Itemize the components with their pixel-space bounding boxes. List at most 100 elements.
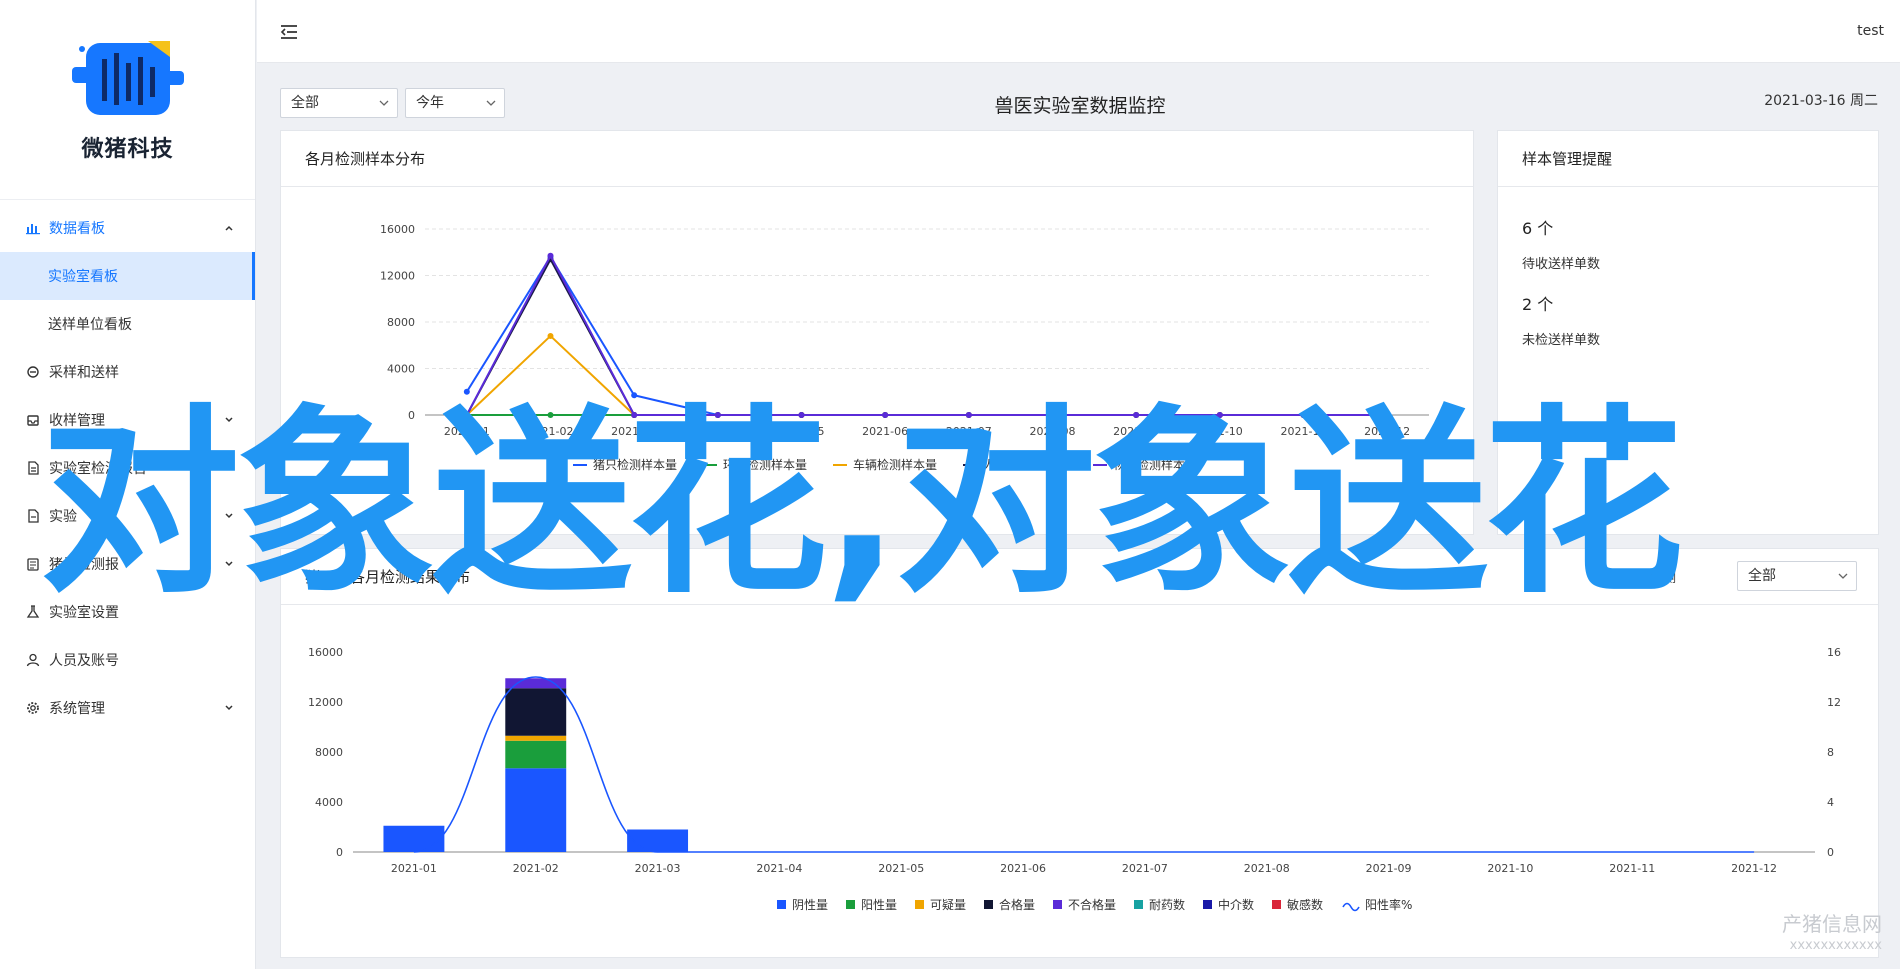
x-tick-label: 2021-09 [1113, 425, 1159, 438]
chevron-down-icon [225, 513, 233, 519]
y-tick-label: 12000 [380, 270, 415, 283]
x-tick-label: 2021-10 [1197, 425, 1243, 438]
sidebar-item-sampling[interactable]: 采样和送样 [0, 348, 255, 396]
legend-swatch [1134, 900, 1143, 909]
bar-segment [383, 825, 445, 852]
chevron-up-icon [225, 225, 233, 231]
x-tick-label: 2021-12 [1364, 425, 1410, 438]
x-tick-label: 2021-07 [946, 425, 992, 438]
logo: 微猪科技 [0, 0, 255, 200]
data-point [1384, 412, 1391, 418]
x-tick-label: 2021-04 [695, 425, 741, 438]
sidebar-item-receiving[interactable]: 收样管理 [0, 396, 255, 444]
chevron-down-icon [225, 417, 233, 423]
y-tick-label: 0 [408, 409, 415, 422]
y2-tick-label: 8 [1827, 746, 1834, 759]
watermark-line2: xxxxxxxxxxxx [1789, 938, 1882, 953]
lab-settings-icon [24, 603, 42, 621]
sidebar-item-label: 实验室检测报告 [49, 461, 147, 477]
y-tick-label: 16000 [308, 646, 343, 659]
sampling-icon [24, 363, 42, 381]
legend-label: 敏感数 [1287, 897, 1323, 912]
x-tick-label: 2021-02 [528, 425, 574, 438]
data-point [631, 392, 638, 399]
pending-label: 待收送样单数 [1522, 257, 1601, 272]
sidebar-item-users[interactable]: 人员及账号 [0, 636, 255, 684]
sidebar-item-experiment[interactable]: 实验 [0, 492, 255, 540]
legend-label: 人员检测样本量 [983, 457, 1067, 472]
sidebar-item-submitter-dashboard[interactable]: 送样单位看板 [0, 300, 255, 348]
data-point [631, 412, 638, 418]
bar-segment [505, 678, 567, 689]
inbox-icon [24, 411, 42, 429]
sidebar-item-system[interactable]: 系统管理 [0, 684, 255, 732]
data-point [1300, 412, 1307, 418]
data-point [882, 412, 889, 418]
x-tick-label: 2021-08 [1030, 425, 1076, 438]
y2-tick-label: 0 [1827, 846, 1834, 859]
x-tick-label: 2021-10 [1487, 862, 1533, 875]
legend-swatch [1053, 900, 1062, 909]
legend-label: 可疑量 [930, 897, 966, 912]
sidebar-item-label: 送样单位看板 [48, 317, 132, 333]
unchecked-count: 2 个 [1522, 295, 1554, 314]
legend-swatch [1272, 900, 1281, 909]
x-tick-label: 2021-04 [756, 862, 802, 875]
period-select[interactable]: 今年 [405, 88, 505, 118]
legend-swatch [846, 900, 855, 909]
x-tick-label: 2021-06 [1000, 862, 1046, 875]
chevron-down-icon [225, 465, 233, 471]
x-tick-label: 2021-09 [1366, 862, 1412, 875]
y2-tick-label: 12 [1827, 696, 1841, 709]
legend-label: 合格量 [999, 897, 1035, 912]
gear-icon [24, 699, 42, 717]
panel-title: 样本管理提醒 [1498, 131, 1878, 187]
result-distribution-panel: 猪只样各月检测结果分布 检测 全部 0 4000 8000 12000 16000 0 4 8… [280, 548, 1879, 958]
scope-select[interactable]: 全部 [280, 88, 398, 118]
legend-swatch [915, 900, 924, 909]
x-tick-label: 2021-11 [1609, 862, 1655, 875]
data-point [1049, 412, 1056, 418]
legend-label: 物资检测样本量 [1113, 457, 1197, 472]
rate-line [413, 676, 1755, 853]
sidebar-item-lab-settings[interactable]: 实验室设置 [0, 588, 255, 636]
chevron-down-icon [486, 100, 496, 106]
x-tick-label: 2021-01 [444, 425, 490, 438]
sidebar-item-label: 实验室设置 [49, 605, 119, 621]
x-tick-label: 2021-03 [635, 862, 681, 875]
watermark-line1: 产猪信息网 [1782, 912, 1882, 936]
sidebar-item-label: 数据看板 [49, 221, 105, 237]
unchecked-label: 未检送样单数 [1522, 333, 1601, 348]
bar-segment [505, 768, 567, 852]
logo-text: 微猪科技 [81, 136, 174, 162]
user-icon [24, 651, 42, 669]
series-line [465, 253, 1388, 416]
bar-segment [505, 735, 567, 741]
menu-fold-icon[interactable] [279, 22, 299, 42]
y-tick-label: 4000 [315, 796, 343, 809]
bar-segment [627, 829, 689, 852]
data-point [1216, 412, 1223, 418]
x-tick-label: 2021-01 [391, 862, 437, 875]
data-point [798, 412, 805, 418]
x-tick-label: 2021-12 [1731, 862, 1777, 875]
legend-label: 车辆检测样本量 [853, 457, 937, 472]
logo-icon [71, 40, 184, 115]
sidebar-item-lab-dashboard[interactable]: 实验室看板 [0, 252, 255, 300]
legend-swatch [1203, 900, 1212, 909]
data-point [463, 388, 470, 395]
x-tick-label: 2021-05 [878, 862, 924, 875]
x-tick-label: 2021-07 [1122, 862, 1168, 875]
y-tick-label: 12000 [308, 696, 343, 709]
period-select-value: 今年 [416, 95, 444, 111]
sidebar-item-dashboard[interactable]: 数据看板 [0, 204, 255, 252]
data-point [463, 412, 470, 418]
y-tick-label: 8000 [387, 316, 415, 329]
y2-tick-label: 16 [1827, 646, 1841, 659]
data-point [1133, 412, 1140, 418]
sidebar-nav: 数据看板 实验室看板 送样单位看板 采样和送样 收样管理 实验室检测报告 实验 … [0, 200, 255, 732]
sidebar-item-lab-reports[interactable]: 实验室检测报告 [0, 444, 255, 492]
legend-swatch [984, 900, 993, 909]
user-name[interactable]: test [1857, 23, 1884, 39]
sidebar-item-farm-reports[interactable]: 猪场检测报 [0, 540, 255, 588]
